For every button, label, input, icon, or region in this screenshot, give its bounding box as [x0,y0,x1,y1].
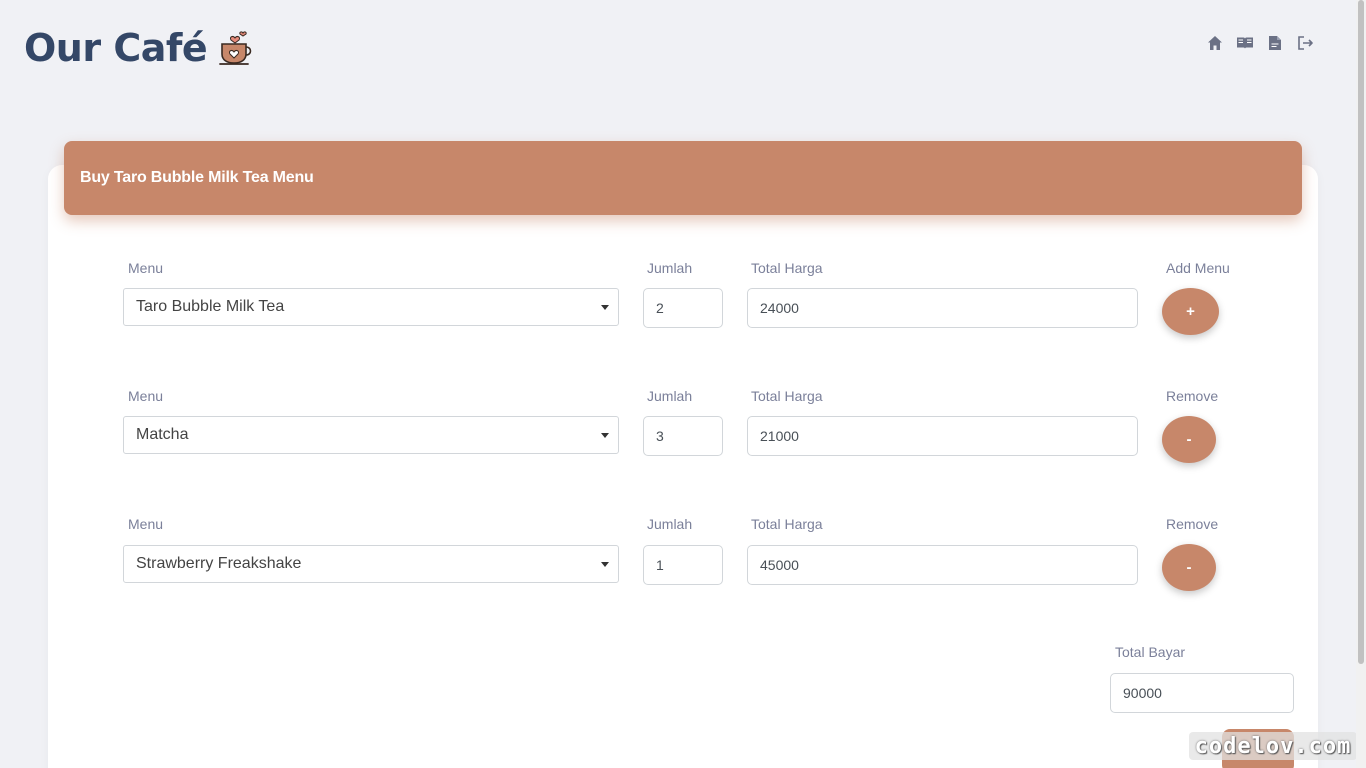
total-price-value: 45000 [760,557,799,573]
logout-icon[interactable] [1296,34,1314,52]
caret-down-icon [601,433,609,438]
total-price-input[interactable]: 24000 [747,288,1138,328]
menu-select-value: Strawberry Freakshake [136,555,302,572]
jumlah-label: Jumlah [647,260,693,276]
quantity-input[interactable]: 1 [643,545,723,585]
top-navigation [1206,34,1314,52]
total-price-input[interactable]: 45000 [747,545,1138,585]
menu-select[interactable]: Matcha [123,416,619,454]
order-form-title: Buy Taro Bubble Milk Tea Menu [80,169,314,186]
total-payment-value: 90000 [1123,685,1162,701]
add-menu-label: Add Menu [1166,260,1230,276]
caret-down-icon [601,305,609,310]
quantity-value: 1 [656,557,664,573]
remove-menu-button[interactable]: - [1162,416,1216,463]
menu-select[interactable]: Taro Bubble Milk Tea [123,288,619,326]
quantity-value: 3 [656,428,664,444]
menu-label: Menu [128,260,164,276]
menu-select-value: Matcha [136,426,189,443]
total-harga-label: Total Harga [751,516,823,532]
total-price-input[interactable]: 21000 [747,416,1138,456]
remove-menu-button[interactable]: - [1162,544,1216,591]
receipt-icon[interactable] [1266,34,1284,52]
quantity-value: 2 [656,300,664,316]
menu-label: Menu [128,516,164,532]
page-scrollbar[interactable] [1356,0,1366,768]
scrollbar-thumb[interactable] [1358,0,1364,664]
add-menu-button[interactable]: + [1162,288,1219,335]
remove-label: Remove [1166,388,1219,404]
book-icon[interactable] [1236,34,1254,52]
watermark: codelov.com [1189,732,1357,760]
total-payment-input[interactable]: 90000 [1110,673,1294,713]
home-icon[interactable] [1206,34,1224,52]
order-form-header: Buy Taro Bubble Milk Tea Menu [64,141,1302,215]
total-harga-label: Total Harga [751,260,823,276]
quantity-input[interactable]: 3 [643,416,723,456]
caret-down-icon [601,562,609,567]
coffee-cup-icon [219,31,252,65]
total-price-value: 21000 [760,428,799,444]
total-harga-label: Total Harga [751,388,823,404]
brand-title: Our Café [24,26,208,70]
menu-select-value: Taro Bubble Milk Tea [136,298,285,315]
brand: Our Café [24,26,257,70]
total-price-value: 24000 [760,300,799,316]
quantity-input[interactable]: 2 [643,288,723,328]
remove-label: Remove [1166,516,1219,532]
menu-select[interactable]: Strawberry Freakshake [123,545,619,583]
jumlah-label: Jumlah [647,388,693,404]
total-bayar-label: Total Bayar [1115,644,1186,660]
menu-label: Menu [128,388,164,404]
jumlah-label: Jumlah [647,516,693,532]
